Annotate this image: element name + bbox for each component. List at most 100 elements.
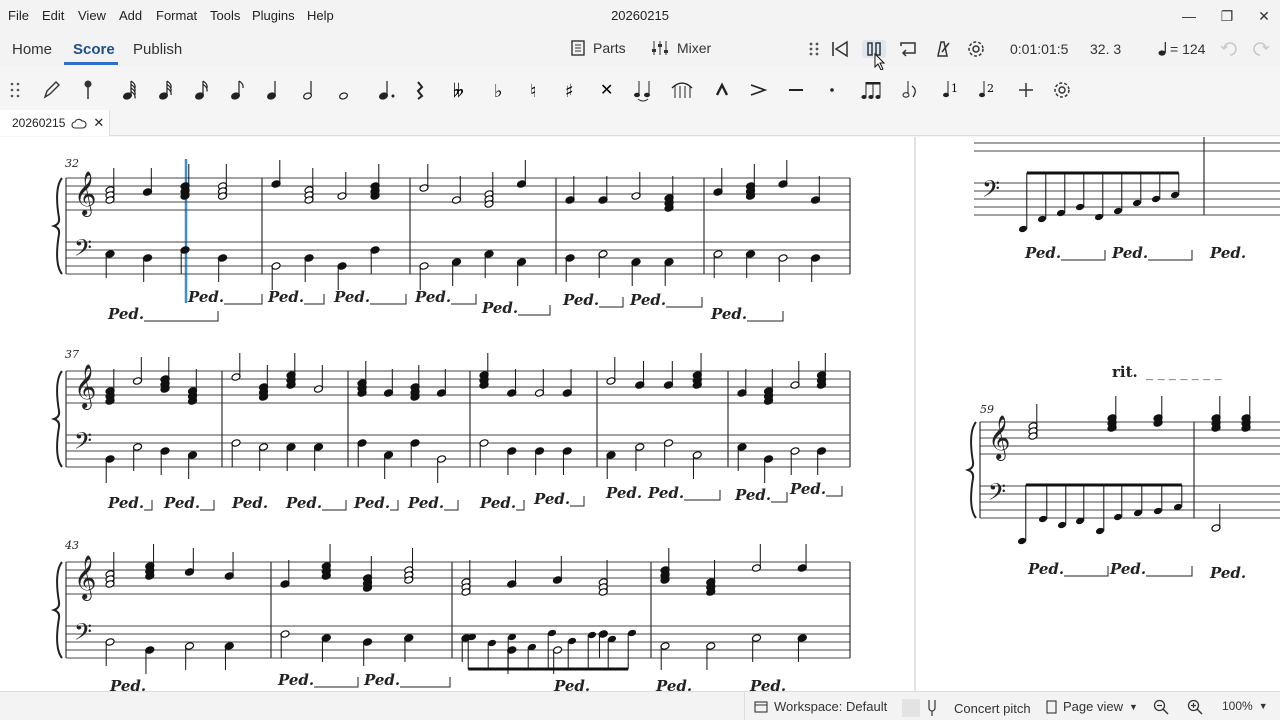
note: [606, 451, 616, 479]
pedal-mark: Ped.: [481, 299, 518, 317]
note: [436, 455, 447, 483]
concert-pitch-checkbox[interactable]: [902, 699, 920, 717]
mixer-button[interactable]: Mixer: [651, 40, 711, 56]
ritardando-extension: _ _ _ _ _ _ _: [1146, 365, 1222, 381]
note: [507, 447, 517, 475]
accent-icon[interactable]: [744, 78, 772, 102]
add-icon[interactable]: [1012, 78, 1040, 102]
marcato-icon[interactable]: [708, 78, 736, 102]
voice-2-icon[interactable]: 2: [972, 78, 1000, 102]
redo-icon[interactable]: [1248, 40, 1272, 58]
voice-1-icon[interactable]: 1: [936, 78, 964, 102]
chevron-down-icon: ▼: [1128, 701, 1138, 712]
slur-icon[interactable]: [668, 78, 696, 102]
16th-note-icon[interactable]: [186, 78, 214, 102]
chord: [1211, 396, 1221, 432]
tuplet-icon[interactable]: [858, 78, 886, 102]
parts-button[interactable]: Parts: [571, 40, 626, 56]
parts-label: Parts: [593, 40, 626, 56]
zoom-out-icon[interactable]: [1153, 699, 1169, 715]
undo-icon[interactable]: [1218, 40, 1242, 58]
pedal-mark: Ped.: [749, 677, 786, 691]
playback-settings-icon[interactable]: [964, 40, 988, 58]
half-note-icon[interactable]: [294, 78, 322, 102]
concert-pitch-toggle[interactable]: Concert pitch: [902, 699, 1031, 717]
32nd-note-icon[interactable]: [150, 78, 178, 102]
flip-icon[interactable]: [896, 78, 924, 102]
drag-handle-icon[interactable]: [802, 40, 826, 58]
position-readout: 32. 3: [1090, 41, 1122, 57]
tempo-value: = 124: [1170, 41, 1206, 57]
treble-staff: [66, 370, 850, 404]
pedal-mark: Ped.: [363, 671, 400, 689]
sharp-icon[interactable]: ♯: [556, 78, 584, 102]
pedal-mark: Ped.: [1209, 564, 1246, 582]
score-page[interactable]: 32𝄞𝄢Ped.Ped. Ped. Ped. Ped.Ped. Ped. Ped.Ped.…: [0, 137, 1280, 691]
note: [271, 160, 281, 188]
double-sharp-icon[interactable]: ✕: [592, 78, 620, 102]
tab-home[interactable]: Home: [12, 41, 52, 58]
pedal-mark: Ped.: [333, 288, 370, 306]
note: [142, 254, 153, 282]
concert-pitch-label: Concert pitch: [954, 700, 1031, 716]
pedal-line: [451, 294, 477, 305]
dotted-note-icon[interactable]: [370, 78, 398, 102]
tie-icon[interactable]: [630, 78, 658, 102]
document-tab[interactable]: 20260215 ✕: [0, 110, 110, 136]
measure-number: 43: [64, 539, 79, 552]
note: [631, 258, 641, 286]
pedal-line: [144, 311, 219, 322]
note: [790, 361, 800, 389]
pencil-icon[interactable]: [38, 78, 66, 102]
pedal-mark: Ped.: [414, 288, 451, 306]
note: [145, 646, 155, 674]
settings-icon[interactable]: [1048, 78, 1076, 102]
pedal-mark: Ped.: [267, 288, 304, 306]
staccato-icon[interactable]: [818, 78, 846, 102]
eighth-note-icon[interactable]: [222, 78, 250, 102]
grip-icon[interactable]: [2, 78, 30, 102]
note: [562, 369, 572, 397]
natural-icon[interactable]: ♮: [520, 78, 548, 102]
score-canvas[interactable]: 32 𝄞 𝄢 Ped. Ped. Ped. Ped. Ped. Ped. Ped. Ped. Ped.…: [0, 137, 1280, 691]
whole-note-icon[interactable]: [330, 78, 358, 102]
pedal-mark: Ped.: [605, 484, 642, 502]
restore-button[interactable]: ❐: [1217, 6, 1237, 26]
note: [534, 447, 545, 475]
pedal-mark: Ped.: [789, 480, 826, 498]
workspace-selector[interactable]: Workspace: Default: [754, 699, 887, 714]
tenuto-icon[interactable]: [782, 78, 810, 102]
status-bar: Workspace: Default Concert pitch Page vi…: [0, 691, 1280, 720]
double-flat-icon[interactable]: 𝄫: [446, 78, 474, 102]
brace: [50, 561, 63, 659]
note: [280, 560, 290, 588]
tab-score[interactable]: Score: [73, 41, 115, 58]
pin-icon[interactable]: [74, 78, 102, 102]
chord: [362, 556, 373, 592]
quarter-note-icon[interactable]: [258, 78, 286, 102]
note: [663, 361, 674, 389]
loop-icon[interactable]: [896, 40, 920, 58]
flat-icon[interactable]: ♭: [484, 78, 512, 102]
close-document-icon[interactable]: ✕: [93, 115, 104, 131]
chord: [1107, 396, 1117, 432]
metronome-icon[interactable]: [930, 40, 954, 58]
zoom-selector[interactable]: 100% ▼: [1222, 699, 1268, 713]
minimize-button[interactable]: —: [1179, 6, 1199, 26]
view-mode-selector[interactable]: Page view ▼: [1046, 699, 1138, 714]
pedal-mark: Ped.: [231, 494, 268, 512]
zoom-in-icon[interactable]: [1187, 699, 1203, 715]
beamed-notes: [1018, 171, 1180, 233]
cloud-icon: [71, 118, 87, 129]
rewind-icon[interactable]: [828, 40, 852, 58]
pedal-mark: Ped.: [353, 494, 390, 512]
close-button[interactable]: ✕: [1254, 6, 1274, 26]
64th-note-icon[interactable]: [114, 78, 142, 102]
note: [436, 369, 447, 397]
treble-staff: [66, 561, 850, 595]
zoom-chevron-icon: ▼: [1258, 701, 1268, 711]
tab-publish[interactable]: Publish: [133, 41, 182, 58]
rest-icon[interactable]: [406, 78, 434, 102]
pedal-line: [304, 294, 325, 305]
note: [451, 176, 462, 204]
